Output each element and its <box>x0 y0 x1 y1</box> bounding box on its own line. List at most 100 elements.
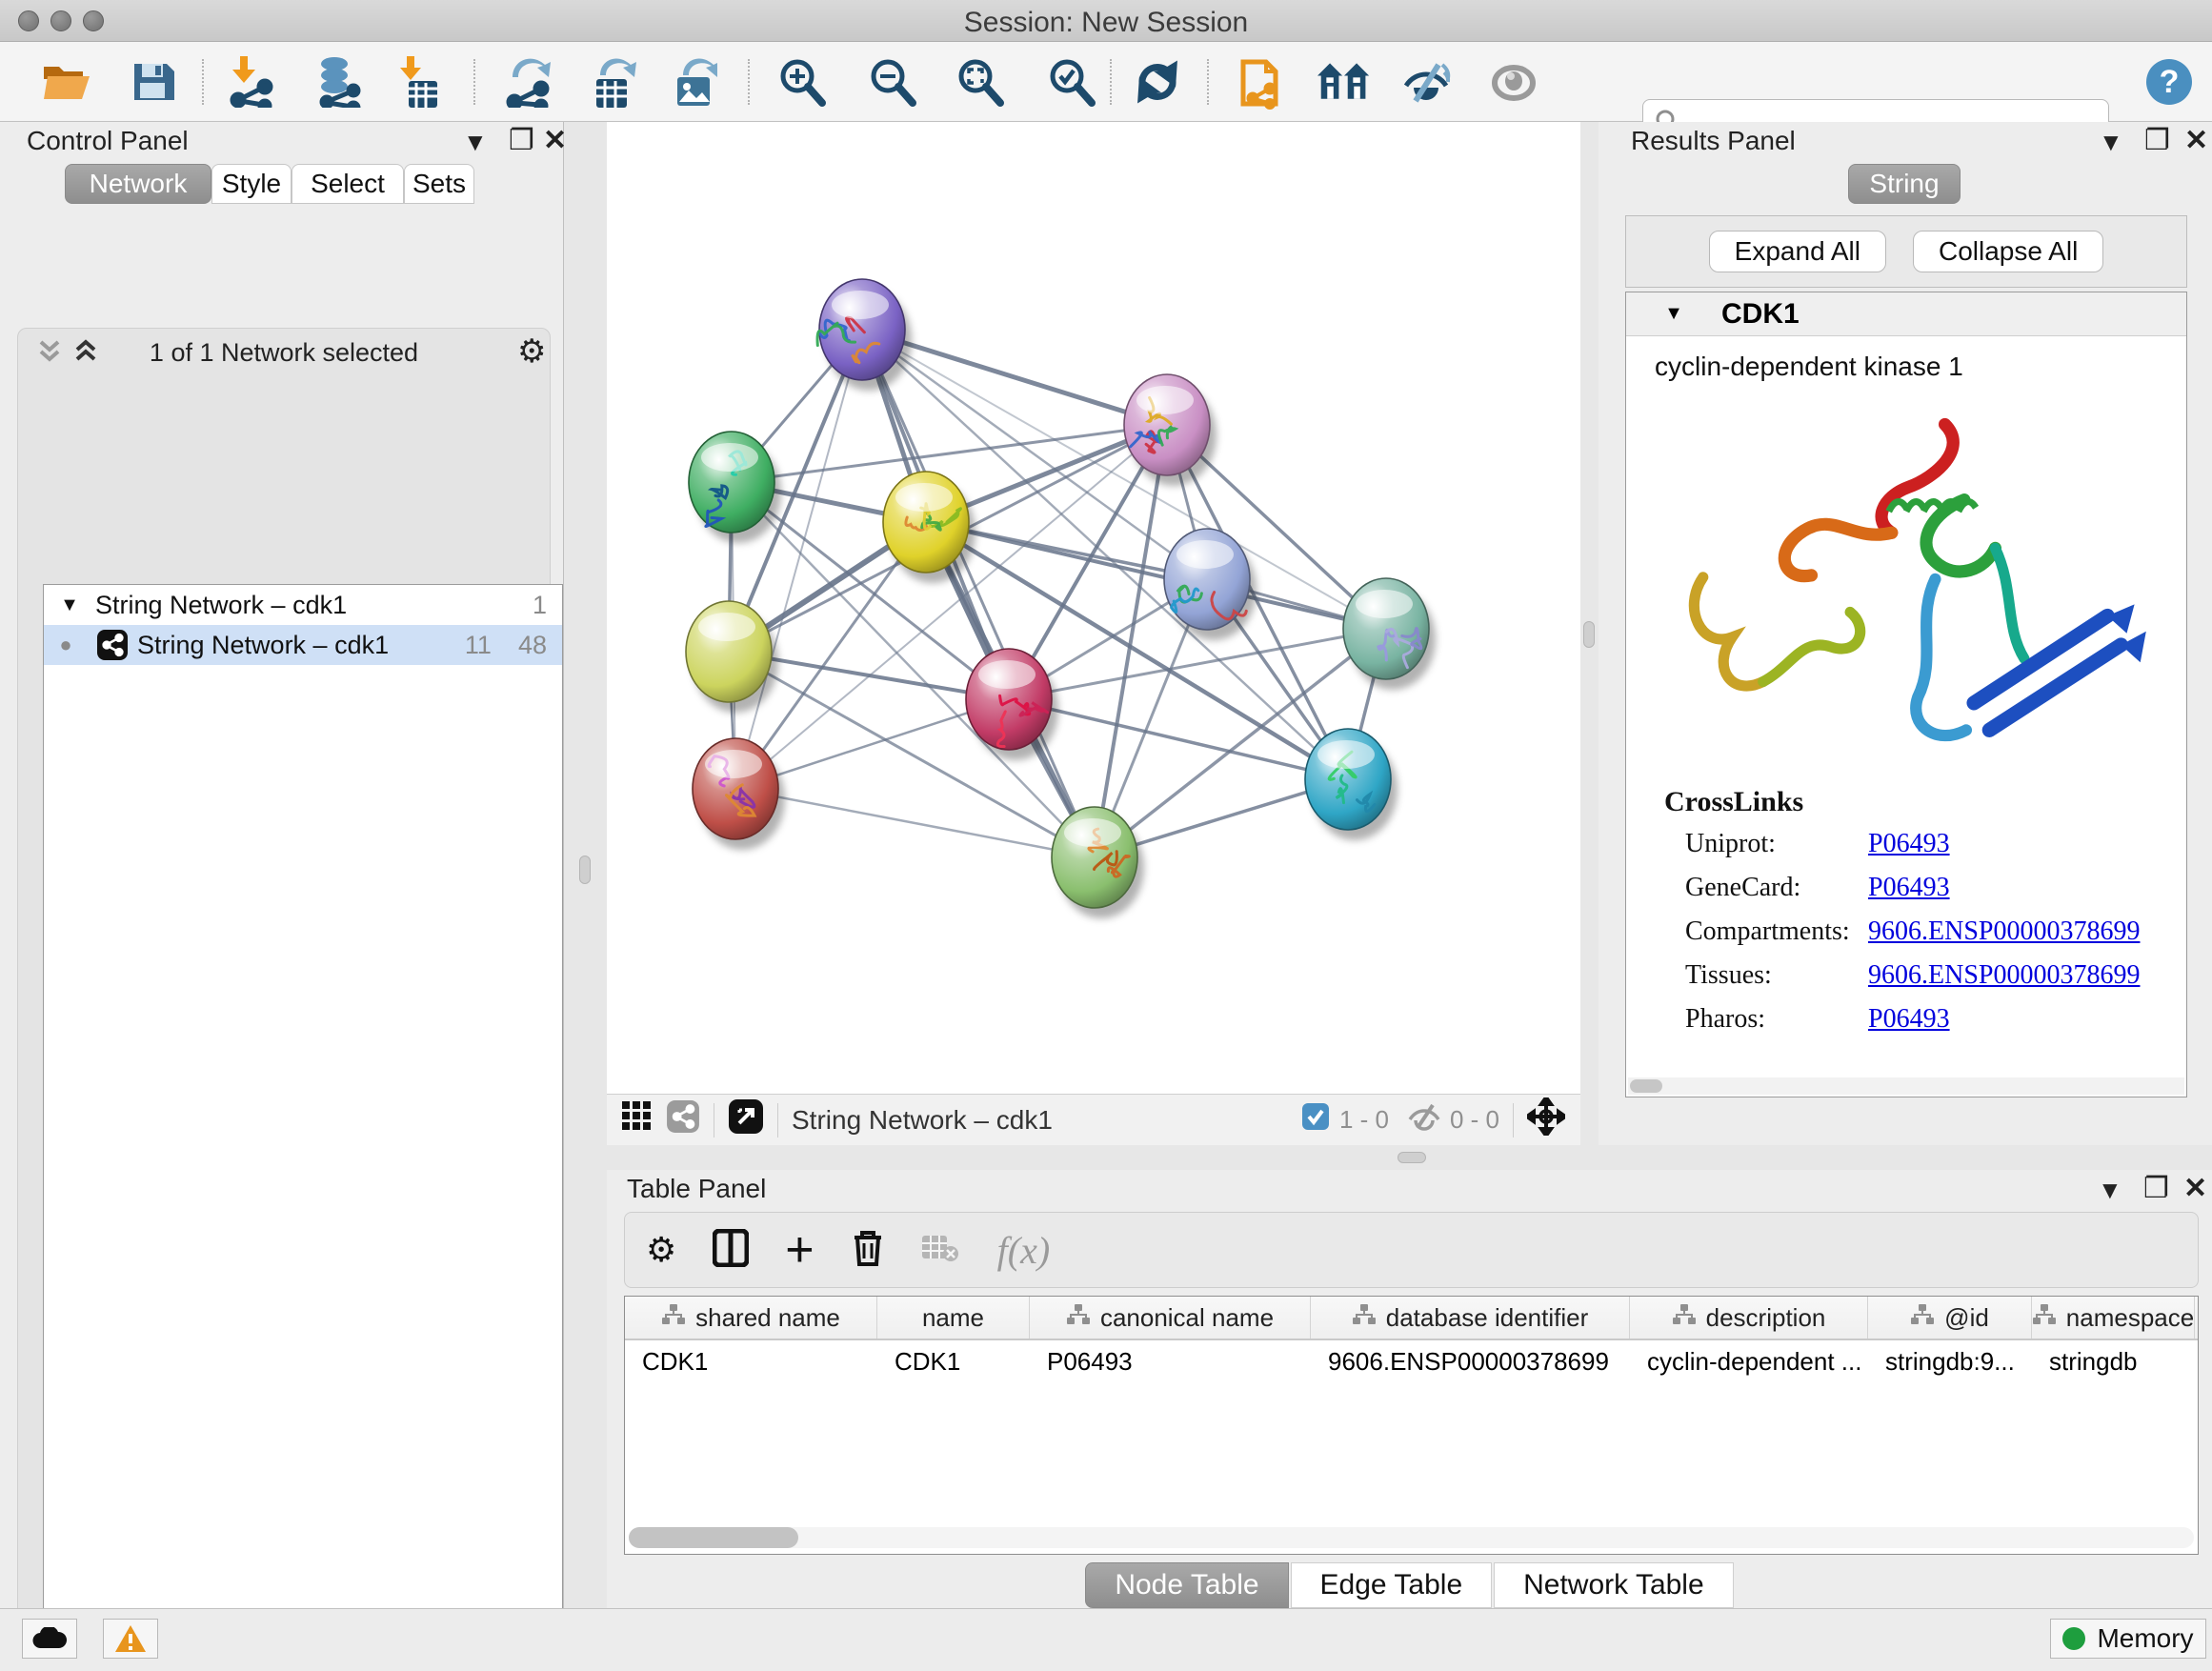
column-header[interactable]: canonical name <box>1030 1297 1311 1339</box>
save-session-icon[interactable] <box>126 55 179 109</box>
show-all-eye-icon[interactable] <box>1487 55 1540 109</box>
birdseye-grid-icon[interactable] <box>622 1101 653 1138</box>
results-hscrollbar[interactable] <box>1628 1077 2184 1095</box>
network-node-ccnb1[interactable] <box>686 601 778 713</box>
crosslink-link[interactable]: 9606.ENSP00000378699 <box>1868 960 2140 991</box>
network-graph[interactable]: CCNB2CCNA1CDC25BCDK1CDC6RB1CCNB1CCNA2CDK… <box>607 122 1580 1094</box>
add-column-icon[interactable]: + <box>785 1231 814 1269</box>
bottom-splitter-handle[interactable] <box>1398 1152 1426 1163</box>
control-panel-collapse-icon[interactable]: ▼ <box>463 128 488 157</box>
selected-checkbox-icon[interactable] <box>1301 1102 1330 1137</box>
network-node-cdk1[interactable] <box>883 472 975 583</box>
help-icon[interactable]: ? <box>2142 55 2196 109</box>
network-node-ccne1[interactable] <box>1052 807 1144 918</box>
network-tree: ▼ String Network – cdk1 1 ● String Netwo… <box>43 584 563 1671</box>
delete-table-icon[interactable] <box>921 1233 959 1268</box>
table-panel-collapse-icon[interactable]: ▼ <box>2098 1176 2122 1205</box>
results-panel-close-icon[interactable]: ✕ <box>2184 124 2208 157</box>
crosslink-link[interactable]: 9606.ENSP00000378699 <box>1868 916 2140 947</box>
export-network-icon[interactable] <box>502 55 555 109</box>
crosslink-link[interactable]: P06493 <box>1868 829 1950 859</box>
hide-unselected-eye-icon[interactable] <box>1399 55 1453 109</box>
show-columns-icon[interactable] <box>713 1229 749 1272</box>
tab-sets[interactable]: Sets <box>404 164 474 204</box>
network-edge[interactable] <box>926 522 1386 629</box>
table-hscrollbar-thumb[interactable] <box>629 1527 798 1548</box>
zoom-out-icon[interactable] <box>865 55 918 109</box>
collapse-all-button[interactable]: Collapse All <box>1913 231 2103 272</box>
network-node-cdc25b[interactable] <box>689 432 781 543</box>
left-splitter[interactable] <box>564 122 607 1608</box>
pan-crosshair-icon[interactable] <box>1527 1097 1565 1142</box>
tab-network[interactable]: Network <box>65 164 211 204</box>
hidden-eye-icon[interactable] <box>1406 1102 1442 1137</box>
export-image-icon[interactable] <box>667 55 720 109</box>
import-table-file-icon[interactable] <box>391 55 444 109</box>
table-options-gear-icon[interactable]: ⚙ <box>646 1230 676 1270</box>
delete-column-icon[interactable] <box>851 1228 885 1273</box>
left-splitter-handle[interactable] <box>579 856 591 884</box>
zoom-fit-icon[interactable] <box>953 55 1006 109</box>
table-panel-close-icon[interactable]: ✕ <box>2183 1172 2207 1205</box>
open-session-icon[interactable] <box>40 55 93 109</box>
crosslink-link[interactable]: P06493 <box>1868 873 1950 903</box>
zoom-selected-icon[interactable] <box>1044 55 1097 109</box>
tab-network-table[interactable]: Network Table <box>1494 1562 1734 1608</box>
expand-all-button[interactable]: Expand All <box>1709 231 1886 272</box>
network-node-ccna1[interactable] <box>1124 374 1217 486</box>
network-node-rb1[interactable] <box>1343 578 1436 690</box>
import-network-file-icon[interactable] <box>224 55 277 109</box>
crosslink-label: Uniprot: <box>1685 829 1868 859</box>
results-panel-float-icon[interactable]: ❐ <box>2144 124 2170 157</box>
tab-style[interactable]: Style <box>211 164 292 204</box>
column-header[interactable]: @id <box>1868 1297 2032 1339</box>
crosslink-link[interactable]: P06493 <box>1868 1004 1950 1035</box>
network-collection-row[interactable]: ▼ String Network – cdk1 1 <box>44 585 562 625</box>
tab-node-table[interactable]: Node Table <box>1085 1562 1288 1608</box>
cloud-status-button[interactable] <box>22 1619 77 1659</box>
network-canvas[interactable]: CCNB2CCNA1CDC25BCDK1CDC6RB1CCNB1CCNA2CDK… <box>607 122 1580 1094</box>
tab-string[interactable]: String <box>1848 164 1961 204</box>
network-edge[interactable] <box>862 330 1095 857</box>
network-edge[interactable] <box>735 789 1095 857</box>
export-table-icon[interactable] <box>586 55 639 109</box>
table-panel-float-icon[interactable]: ❐ <box>2143 1172 2169 1205</box>
protein-header-row[interactable]: ▼ CDK1 <box>1626 292 2186 336</box>
network-node-ccnb2[interactable] <box>817 279 912 391</box>
network-node-ccna2[interactable] <box>966 649 1058 760</box>
string-document-icon[interactable] <box>1237 55 1290 109</box>
network-overview-share-icon[interactable] <box>666 1099 700 1140</box>
right-splitter-handle[interactable] <box>1583 621 1595 648</box>
network-edge[interactable] <box>1009 699 1348 779</box>
bottom-splitter[interactable] <box>607 1145 2212 1170</box>
results-hscrollbar-thumb[interactable] <box>1630 1079 1662 1093</box>
houses-icon[interactable] <box>1317 55 1371 109</box>
column-header[interactable]: description <box>1630 1297 1868 1339</box>
tab-select[interactable]: Select <box>292 164 404 204</box>
table-row[interactable]: CDK1CDK1P064939606.ENSP00000378699cyclin… <box>625 1340 2198 1382</box>
svg-text:?: ? <box>2160 64 2180 100</box>
network-node-hist1h1a[interactable] <box>693 738 785 850</box>
warning-status-button[interactable] <box>103 1619 158 1659</box>
import-network-database-icon[interactable] <box>312 55 365 109</box>
protein-expander-icon[interactable]: ▼ <box>1626 303 1721 325</box>
network-node-cdkn1a[interactable] <box>1305 729 1398 840</box>
zoom-in-icon[interactable] <box>774 55 828 109</box>
column-header[interactable]: name <box>877 1297 1030 1339</box>
refresh-icon[interactable] <box>1131 55 1184 109</box>
column-header[interactable]: shared name <box>625 1297 877 1339</box>
right-splitter[interactable] <box>1580 122 1599 1145</box>
tree-expander-icon[interactable]: ▼ <box>44 594 95 616</box>
function-builder-icon[interactable]: f(x) <box>997 1228 1051 1273</box>
column-header[interactable]: namespace <box>2032 1297 2195 1339</box>
network-row[interactable]: ● String Network – cdk1 11 48 <box>44 625 562 665</box>
column-header[interactable]: database identifier <box>1311 1297 1630 1339</box>
memory-button[interactable]: Memory <box>2050 1619 2206 1659</box>
tab-edge-table[interactable]: Edge Table <box>1291 1562 1493 1608</box>
network-edge[interactable] <box>735 330 862 789</box>
results-panel-collapse-icon[interactable]: ▼ <box>2099 128 2123 157</box>
detach-view-icon[interactable] <box>728 1098 764 1141</box>
control-panel-float-icon[interactable]: ❐ <box>509 124 534 157</box>
table-hscrollbar[interactable] <box>629 1527 2194 1548</box>
network-options-gear-icon[interactable]: ⚙ <box>517 332 546 371</box>
